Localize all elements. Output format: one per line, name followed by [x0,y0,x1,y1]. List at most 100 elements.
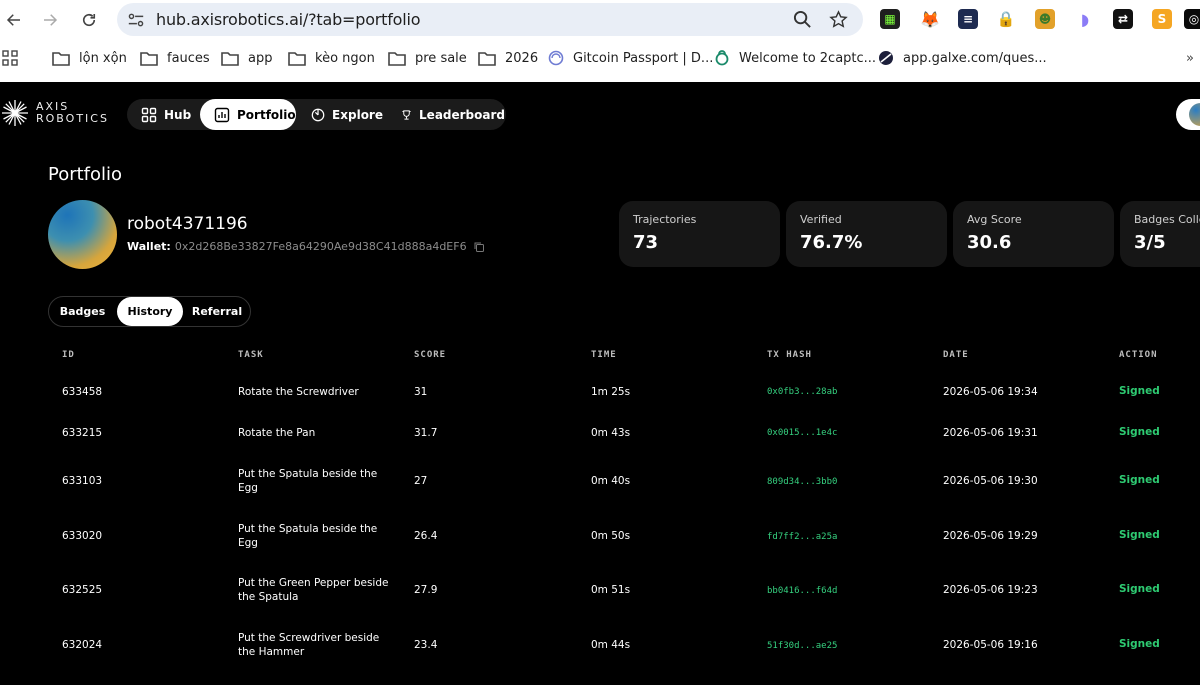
row-task: Put the Green Pepper beside the Spatula [238,577,389,603]
account-button[interactable] [1176,99,1200,130]
url-text[interactable]: hub.axisrobotics.ai/?tab=portfolio [156,10,421,29]
row-tx-hash[interactable]: fd7ff2...a25a [767,530,837,544]
forward-button[interactable] [38,8,62,32]
extension-ghost-icon[interactable]: ◗ [1075,9,1095,29]
row-date: 2026-05-06 19:29 [943,530,1038,542]
row-tx-hash[interactable]: 0x0fb3...28ab [767,385,837,399]
bookmark-pre-sale[interactable]: pre sale [388,48,467,68]
app-root: AXIS ROBOTICS Hub Portfolio Explore Lead… [0,82,1200,685]
bookmark-gitcoin[interactable]: Gitcoin Passport | D... [548,48,713,68]
extension-s-icon[interactable]: S [1152,9,1172,29]
row-date: 2026-05-06 19:16 [943,639,1038,651]
username: robot4371196 [127,214,248,234]
row-action[interactable]: Signed [1119,637,1160,651]
extension-ape-icon[interactable]: ☻ [1035,9,1055,29]
row-task: Rotate the Pan [238,427,316,439]
reload-button[interactable] [77,8,101,32]
row-task: Put the Spatula beside the Egg [238,523,378,549]
row-id: 633020 [62,530,103,542]
extension-lock-icon[interactable]: 🔒 [996,9,1016,29]
column-header-tx-hash: TX HASH [767,350,812,360]
row-time: 0m 44s [591,639,631,651]
copy-icon[interactable] [473,241,485,253]
extension-ring-icon[interactable]: ◎ [1184,9,1200,29]
column-header-action: ACTION [1119,350,1158,360]
nav-portfolio[interactable]: Portfolio [200,99,296,130]
folder-icon [478,52,496,66]
row-id: 633458 [62,386,103,398]
metamask-icon[interactable]: 🦊 [920,9,940,29]
row-action[interactable]: Signed [1119,384,1160,398]
portfolio-tabs: Badges History Referral [48,296,251,327]
bookmark-keo-ngon[interactable]: kèo ngon [288,48,375,68]
nav-leaderboard[interactable]: Leaderboard [387,99,505,130]
tab-referral[interactable]: Referral [184,297,250,326]
tab-badges[interactable]: Badges [49,297,116,326]
column-header-score: SCORE [414,350,447,360]
row-score: 31.7 [414,427,438,439]
row-action[interactable]: Signed [1119,425,1160,439]
row-tx-hash[interactable]: 51f30d...ae25 [767,639,837,653]
row-action[interactable]: Signed [1119,473,1160,487]
profile-avatar [48,200,117,269]
row-tx-hash[interactable]: 0x0015...1e4c [767,426,837,440]
main-nav: Hub Portfolio Explore Leaderboard [127,99,506,130]
address-bar[interactable]: hub.axisrobotics.ai/?tab=portfolio [117,3,863,36]
row-date: 2026-05-06 19:34 [943,386,1038,398]
browser-chrome: hub.axisrobotics.ai/?tab=portfolio ▦ 🦊 ≡… [0,0,1200,82]
bookmark-2026[interactable]: 2026 [478,48,538,68]
row-date: 2026-05-06 19:31 [943,427,1038,439]
row-date: 2026-05-06 19:23 [943,584,1038,596]
row-action[interactable]: Signed [1119,582,1160,596]
bookmark-app[interactable]: app [221,48,272,68]
row-tx-hash[interactable]: bb0416...f64d [767,584,837,598]
bookmark-2captcha[interactable]: Welcome to 2captc... [714,48,876,68]
row-id: 633103 [62,475,103,487]
arrow-right-icon [44,14,58,26]
nav-hub[interactable]: Hub [127,99,199,130]
row-date: 2026-05-06 19:30 [943,475,1038,487]
wallet-row: Wallet: 0x2d268Be33827Fe8a64290Ae9d38C41… [127,240,485,253]
folder-icon [388,52,406,66]
bookmarks-overflow-button[interactable]: » [1186,48,1194,68]
bookmark-star-icon[interactable] [829,10,848,29]
column-header-task: TASK [238,350,264,360]
starburst-logo-icon [2,100,28,126]
row-time: 1m 25s [591,386,631,398]
stat-card-trajectories: Trajectories 73 [619,201,780,267]
site-settings-icon[interactable] [127,11,145,29]
row-score: 27.9 [414,584,438,596]
folder-icon [140,52,158,66]
bookmark-galxe[interactable]: app.galxe.com/ques... [878,48,1047,68]
apps-grid-icon[interactable] [2,50,18,66]
row-tx-hash[interactable]: 809d34...3bb0 [767,475,837,489]
back-button[interactable] [2,8,26,32]
row-time: 0m 43s [591,427,631,439]
bookmark-lon-xon[interactable]: lộn xộn [52,48,127,68]
row-task: Put the Screwdriver beside the Hammer [238,632,380,658]
row-task: Put the Spatula beside the Egg [238,468,378,494]
grid-icon [141,107,157,122]
bookmark-fauces[interactable]: fauces [140,48,210,68]
axis-logo[interactable]: AXIS ROBOTICS [0,98,109,128]
row-action[interactable]: Signed [1119,528,1160,542]
extension-pixel-icon[interactable]: ▦ [880,9,900,29]
reload-icon [82,13,96,27]
nav-explore[interactable]: Explore [297,99,383,130]
zoom-icon[interactable] [793,10,812,29]
bookmarks-bar: lộn xộn fauces app kèo ngon pre sale 202… [0,44,1200,72]
stat-card-verified: Verified 76.7% [786,201,947,267]
row-time: 0m 51s [591,584,631,596]
row-time: 0m 40s [591,475,631,487]
account-avatar [1189,103,1200,126]
row-score: 27 [414,475,428,487]
tab-history[interactable]: History [117,297,183,326]
compass-icon [311,108,325,121]
wallet-address: 0x2d268Be33827Fe8a64290Ae9d38C41d888a4dE… [174,240,467,253]
row-time: 0m 50s [591,530,631,542]
extension-stack-icon[interactable]: ≡ [958,9,978,29]
logo-wordmark: AXIS ROBOTICS [36,100,109,125]
2captcha-icon [715,50,729,66]
row-score: 23.4 [414,639,438,651]
extension-swap-icon[interactable]: ⇄ [1113,9,1133,29]
